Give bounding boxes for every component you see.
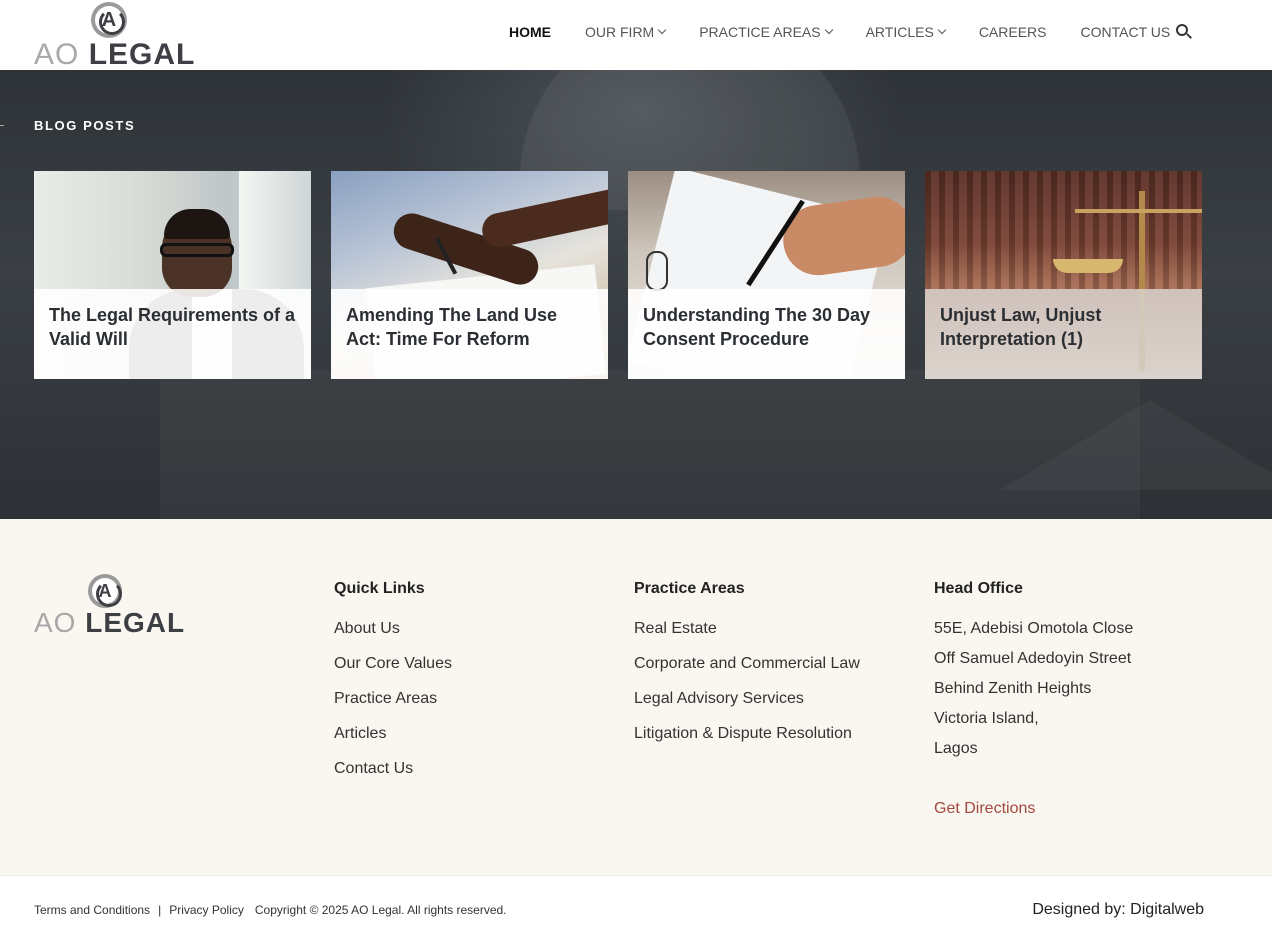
chevron-down-icon <box>937 25 947 35</box>
blog-card-title[interactable]: Amending The Land Use Act: Time For Refo… <box>346 303 593 351</box>
search-icon[interactable] <box>1176 24 1192 40</box>
site-header: A AO LEGAL HOME OUR FIRM PRACTICE AREAS … <box>0 0 1272 70</box>
column-heading: Quick Links <box>334 580 425 597</box>
footer-link-corporate-law[interactable]: Corporate and Commercial Law <box>634 654 860 689</box>
blog-card-title[interactable]: Understanding The 30 Day Consent Procedu… <box>643 303 890 351</box>
blog-card-title[interactable]: The Legal Requirements of a Valid Will <box>49 303 296 351</box>
head-office-column: Head Office 55E, Adebisi Omotola Close O… <box>934 579 1133 819</box>
footer-link-contact-us[interactable]: Contact Us <box>334 759 452 794</box>
chevron-down-icon <box>824 25 833 35</box>
main-nav: HOME OUR FIRM PRACTICE AREAS ARTICLES CA… <box>509 22 1170 42</box>
address-line: Off Samuel Adedoyin Street <box>934 650 1132 667</box>
nav-articles[interactable]: ARTICLES <box>866 22 947 42</box>
logo-wordmark: AO LEGAL <box>34 38 196 71</box>
footer-link-real-estate[interactable]: Real Estate <box>634 619 860 654</box>
footer-link-litigation[interactable]: Litigation & Dispute Resolution <box>634 724 860 759</box>
nav-contact-us[interactable]: CONTACT US <box>1081 22 1171 42</box>
designed-by-credit[interactable]: Designed by: Digitalweb <box>1032 901 1204 919</box>
footer-link-legal-advisory[interactable]: Legal Advisory Services <box>634 689 860 724</box>
get-directions-link[interactable]: Get Directions <box>934 799 1133 819</box>
blog-card[interactable]: Amending The Land Use Act: Time For Refo… <box>331 171 608 379</box>
nav-careers[interactable]: CAREERS <box>979 22 1047 42</box>
terms-link[interactable]: Terms and Conditions <box>34 903 150 917</box>
column-heading: Head Office <box>934 580 1023 597</box>
nav-practice-areas[interactable]: PRACTICE AREAS <box>699 22 833 42</box>
footer-link-core-values[interactable]: Our Core Values <box>334 654 452 689</box>
site-logo[interactable]: A AO LEGAL <box>34 2 196 71</box>
address-line: Lagos <box>934 740 978 757</box>
practice-areas-column: Practice Areas Real Estate Corporate and… <box>634 579 860 759</box>
separator: | <box>158 903 162 917</box>
blog-card-title[interactable]: Unjust Law, Unjust Interpretation (1) <box>940 303 1187 351</box>
blog-card[interactable]: Unjust Law, Unjust Interpretation (1) <box>925 171 1202 379</box>
chevron-down-icon <box>657 25 667 35</box>
address-line: 55E, Adebisi Omotola Close <box>934 620 1134 637</box>
legal-links: Terms and Conditions | Privacy Policy Co… <box>34 903 507 917</box>
address-line: Behind Zenith Heights <box>934 680 1092 697</box>
address-line: Victoria Island, <box>934 710 1039 727</box>
footer-logo[interactable]: A AO LEGAL <box>34 574 186 638</box>
column-heading: Practice Areas <box>634 580 745 597</box>
section-heading: BLOG POSTS <box>34 118 136 133</box>
bottom-bar: Terms and Conditions | Privacy Policy Co… <box>0 875 1272 940</box>
logo-mark-icon: A <box>88 574 122 608</box>
copyright-text: Copyright © 2025 AO Legal. All rights re… <box>254 903 507 917</box>
blog-posts-section: BLOG POSTS The Legal Requirements of a V… <box>0 70 1272 519</box>
logo-wordmark: AO LEGAL <box>34 607 186 638</box>
footer-link-practice-areas[interactable]: Practice Areas <box>334 689 452 724</box>
privacy-link[interactable]: Privacy Policy <box>169 903 244 917</box>
logo-mark-icon: A <box>91 2 127 38</box>
nav-our-firm[interactable]: OUR FIRM <box>585 22 667 42</box>
section-dash <box>0 125 4 126</box>
blog-card[interactable]: The Legal Requirements of a Valid Will <box>34 171 311 379</box>
blog-card[interactable]: Understanding The 30 Day Consent Procedu… <box>628 171 905 379</box>
footer-link-articles[interactable]: Articles <box>334 724 452 759</box>
site-footer: A AO LEGAL Quick Links About Us Our Core… <box>0 519 1272 875</box>
quick-links-column: Quick Links About Us Our Core Values Pra… <box>334 579 452 794</box>
nav-home[interactable]: HOME <box>509 22 551 42</box>
footer-link-about-us[interactable]: About Us <box>334 619 452 654</box>
